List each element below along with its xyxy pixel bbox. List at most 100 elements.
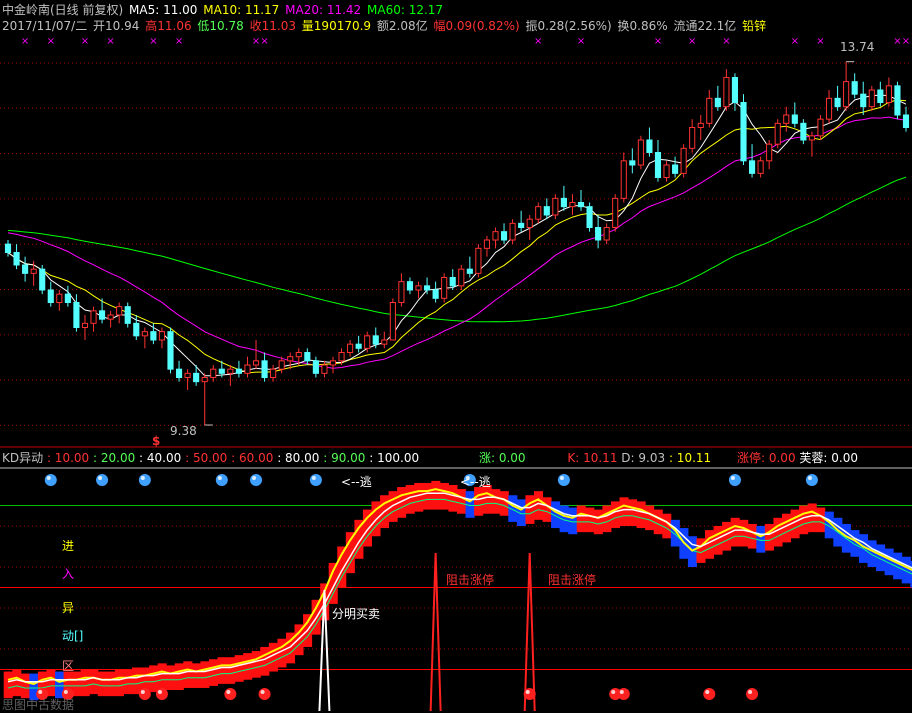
spike-marker bbox=[429, 552, 442, 711]
signal-ball bbox=[138, 474, 151, 486]
candle-body bbox=[697, 122, 704, 129]
candle-body bbox=[22, 264, 29, 274]
level-20: : 20.00 bbox=[93, 451, 136, 465]
level-60: : 60.00 bbox=[231, 451, 274, 465]
ball-highlight bbox=[140, 476, 145, 480]
signal-ball bbox=[746, 688, 759, 700]
candle-body bbox=[295, 352, 302, 358]
level-80: : 80.00 bbox=[277, 451, 320, 465]
signal-x-marker: × bbox=[81, 36, 89, 47]
candle-body bbox=[672, 164, 679, 174]
resist-label-1: 阻击涨停 bbox=[446, 573, 495, 587]
kd-bar bbox=[97, 671, 107, 697]
candle-body bbox=[150, 331, 157, 341]
ball-highlight bbox=[748, 690, 753, 694]
candle-body bbox=[731, 77, 739, 103]
signal-x-marker: × bbox=[791, 36, 799, 47]
candle-body bbox=[663, 164, 670, 178]
kd-bar bbox=[747, 523, 757, 549]
kd-bar bbox=[191, 663, 201, 688]
ball-highlight bbox=[157, 690, 162, 694]
candle-body bbox=[278, 360, 285, 370]
kd-bar bbox=[106, 671, 116, 697]
kd-bar bbox=[260, 646, 270, 676]
resist-label-2: 阻击涨停 bbox=[548, 573, 597, 587]
candle-body bbox=[321, 364, 328, 374]
candle-body bbox=[39, 268, 46, 291]
candle-body bbox=[586, 206, 593, 229]
indicator-header: KD异动 : 10.00 : 20.00 : 40.00 : 50.00 : 6… bbox=[2, 451, 858, 465]
signal-x-marker: × bbox=[21, 36, 29, 47]
signal-markers: ××××××××××××××××××× bbox=[21, 36, 910, 426]
limit-up-label: 涨停: 0.00 bbox=[737, 451, 796, 465]
signal-x-marker: × bbox=[902, 36, 910, 47]
signal-x-marker: × bbox=[893, 36, 901, 47]
candle-body bbox=[167, 331, 174, 370]
candle-body bbox=[90, 310, 97, 324]
k-label: K: 10.11 bbox=[567, 451, 618, 465]
candle-body bbox=[107, 314, 114, 320]
candle-body bbox=[868, 89, 875, 108]
candle-body bbox=[774, 122, 781, 145]
candle-body bbox=[492, 231, 499, 241]
kd-bar bbox=[132, 667, 142, 695]
ball-highlight bbox=[260, 690, 265, 694]
signal-x-marker: × bbox=[654, 36, 662, 47]
kd-bar bbox=[739, 519, 749, 547]
candle-body bbox=[184, 372, 191, 379]
signal-ball bbox=[138, 688, 151, 700]
candle-body bbox=[791, 114, 798, 124]
float-label: 流通22.1亿 bbox=[673, 19, 737, 33]
ball-highlight bbox=[252, 476, 257, 480]
candle-body bbox=[577, 202, 585, 208]
level-50: : 50.00 bbox=[185, 451, 228, 465]
candle-body bbox=[766, 143, 773, 162]
candle-body bbox=[654, 152, 662, 178]
signal-ball bbox=[258, 688, 271, 700]
industry-label: 铅锌 bbox=[742, 19, 767, 33]
signal-ball bbox=[703, 688, 716, 700]
kd-bar bbox=[3, 671, 13, 699]
kd-bar bbox=[234, 655, 244, 682]
kd-bar bbox=[585, 507, 595, 533]
candle-body bbox=[509, 222, 516, 241]
candle-body bbox=[689, 127, 696, 149]
kd-bar bbox=[422, 482, 432, 510]
candle-body bbox=[338, 352, 345, 362]
kd-bar bbox=[114, 669, 124, 697]
furong-label: 芙蓉: 0.00 bbox=[799, 451, 858, 465]
side-label-jin: 进 bbox=[62, 539, 75, 553]
signal-x-marker: × bbox=[688, 36, 696, 47]
turnover-label: 换0.86% bbox=[617, 19, 668, 33]
kd-bar bbox=[593, 509, 603, 535]
kd-bar bbox=[200, 661, 210, 688]
signal-x-marker: × bbox=[722, 36, 730, 47]
candle-body bbox=[441, 277, 448, 299]
open-label: 开10.94 bbox=[93, 19, 140, 33]
candle-body bbox=[116, 306, 123, 316]
candle-body bbox=[723, 77, 730, 108]
candle-body bbox=[235, 368, 242, 374]
volume-label: 量190170.9 bbox=[301, 19, 372, 33]
signal-x-marker: × bbox=[149, 36, 157, 47]
kd-bar bbox=[867, 540, 877, 567]
candle-body bbox=[560, 197, 567, 208]
candle-body bbox=[500, 231, 508, 241]
kd-bar bbox=[157, 663, 167, 690]
candle-body bbox=[834, 97, 841, 108]
candle-body bbox=[877, 89, 884, 103]
kd-bar bbox=[149, 665, 159, 693]
stock-chart[interactable]: ××××××××××××××××××× bbox=[0, 0, 912, 711]
kd-bar bbox=[12, 669, 22, 697]
signal-ball bbox=[728, 474, 741, 486]
signal-ball bbox=[44, 474, 57, 486]
spike-marker bbox=[523, 552, 536, 711]
candle-body bbox=[201, 377, 208, 383]
ma5-label: MA5: 11.00 bbox=[129, 3, 198, 17]
candle-body bbox=[843, 81, 850, 108]
ball-highlight bbox=[730, 476, 735, 480]
candle-body bbox=[432, 289, 439, 299]
kd-bar bbox=[174, 663, 184, 690]
candle-body bbox=[227, 368, 234, 374]
stock-title: 中金岭南(日线 前复权) bbox=[2, 3, 124, 17]
